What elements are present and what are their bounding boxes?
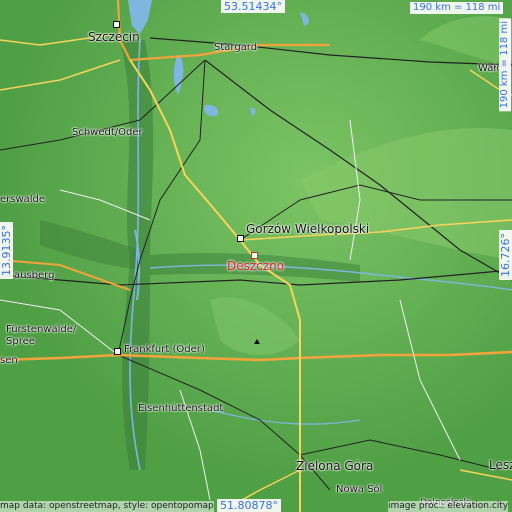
scale-top: 190 km = 118 mi [410, 2, 504, 14]
label-ausberg: ausberg [14, 270, 55, 281]
frankfurt-marker [114, 348, 121, 355]
coord-right: 16.726° [499, 230, 512, 280]
label-furstenwalde: Fürstenwalde/ [6, 324, 77, 335]
scale-right: 190 km = 118 mi [499, 18, 511, 112]
label-erswalde: erswalde [0, 194, 46, 205]
label-gorzow: Gorzów Wielkopolski [246, 222, 370, 236]
label-schwedt: Schwedt/Oder [72, 127, 143, 138]
deszczno-marker[interactable] [251, 252, 258, 259]
label-deszczno: Deszczno [227, 259, 285, 273]
label-spree: Spree [6, 336, 35, 347]
label-sen: sen [0, 355, 18, 366]
map-view[interactable]: Szczecin Stargard Wałcz Schwedt/Oder Gor… [0, 0, 512, 512]
szczecin-marker [113, 21, 120, 28]
label-stargard: Stargard [214, 42, 258, 53]
coord-left: 13.9135° [0, 222, 13, 279]
credit-left: map data: openstreetmap, style: opentopo… [0, 501, 214, 512]
coord-bottom: 51.80878° [217, 499, 281, 512]
label-nowasol: Nowa Sól [336, 484, 383, 495]
label-eisenhuttenstadt: Eisenhüttenstadt [138, 403, 224, 414]
gorzow-marker [237, 235, 244, 242]
label-zielona: Zielona Góra [296, 459, 374, 473]
label-frankfurt: Frankfurt (Oder) [124, 344, 205, 355]
peak-icon [254, 339, 260, 344]
coord-top: 53.51434° [221, 0, 285, 13]
label-lesz: Lesz [489, 458, 512, 472]
label-szczecin: Szczecin [88, 30, 140, 44]
credit-right: image proc.: elevation.city [388, 501, 509, 512]
